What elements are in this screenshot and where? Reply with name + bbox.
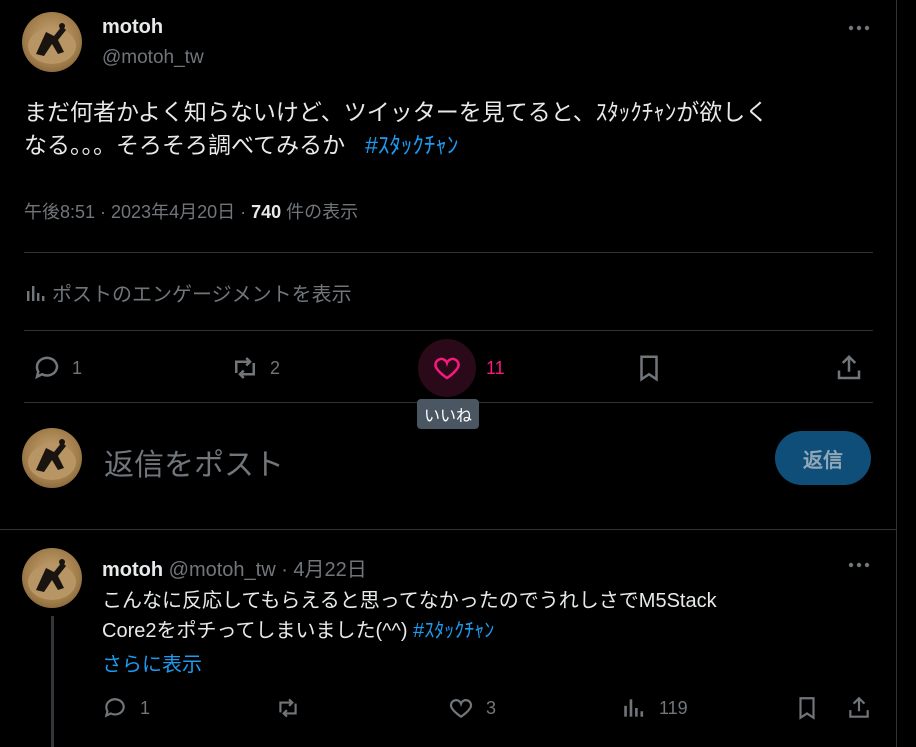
tweet-text: まだ何者かよく知らないけど、ツイッターを見てると、ｽﾀｯｸﾁｬﾝが欲しく なる。… xyxy=(24,96,864,162)
composer-avatar[interactable] xyxy=(22,428,82,488)
divider xyxy=(0,529,897,530)
view-engagement-link[interactable]: ポストのエンゲージメントを表示 xyxy=(24,278,352,307)
bookmark-icon xyxy=(799,697,815,720)
reply-count: 1 xyxy=(72,357,83,378)
reply-text-line: Core2をポチってしまいました(^^) #ｽﾀｯｸﾁｬﾝ xyxy=(102,616,872,646)
avatar-image xyxy=(28,439,76,480)
retweet-button[interactable] xyxy=(275,695,301,721)
share-icon xyxy=(837,354,861,380)
heart-icon xyxy=(434,357,460,380)
reply-button[interactable]: 1 xyxy=(32,353,82,383)
share-button[interactable] xyxy=(834,353,864,383)
share-icon xyxy=(849,696,869,718)
analytics-icon xyxy=(27,285,45,301)
bookmark-icon xyxy=(640,355,658,382)
reply-count: 1 xyxy=(140,697,151,718)
reply-icon xyxy=(35,356,59,380)
reply-submit-button[interactable]: 返信 xyxy=(775,431,871,485)
retweet-icon xyxy=(235,357,255,379)
engagement-label: ポストのエンゲージメントを表示 xyxy=(52,284,352,306)
avatar-image xyxy=(28,559,76,600)
analytics-icon xyxy=(624,699,644,717)
view-count: 119 xyxy=(659,697,688,718)
divider xyxy=(24,330,873,331)
view-label: 件の表示 xyxy=(281,202,359,222)
like-button[interactable]: 3 xyxy=(448,695,496,721)
reply-header: motoh @motoh_tw · 4月22日 xyxy=(102,553,367,582)
like-hover-circle xyxy=(418,339,476,397)
reply-button[interactable]: 1 xyxy=(102,695,150,721)
bookmark-button[interactable] xyxy=(794,695,820,721)
hashtag-link[interactable]: #ｽﾀｯｸﾁｬﾝ xyxy=(413,620,494,642)
retweet-button[interactable]: 2 xyxy=(230,353,280,383)
reply-text-segment: Core2をポチってしまいました(^^) xyxy=(102,620,414,642)
like-count: 3 xyxy=(486,697,497,718)
tweet-text-segment: なる。。。そろそろ調べてみるか xyxy=(24,132,346,158)
tweet-text-line: なる。。。そろそろ調べてみるか #ｽﾀｯｸﾁｬﾝ xyxy=(24,129,864,162)
like-button[interactable]: 11 xyxy=(418,339,505,397)
show-more-link[interactable]: さらに表示 xyxy=(102,648,202,677)
avatar-image xyxy=(28,23,76,64)
view-count: 740 xyxy=(251,202,282,222)
reply-icon xyxy=(104,698,125,718)
reply-input[interactable]: 返信をポスト xyxy=(104,440,284,484)
user-handle[interactable]: @motoh_tw xyxy=(102,47,204,69)
retweet-count: 2 xyxy=(270,357,281,378)
share-button[interactable] xyxy=(846,695,872,721)
views-button[interactable]: 119 xyxy=(621,695,688,721)
handle-and-date[interactable]: @motoh_tw · 4月22日 xyxy=(163,559,367,581)
more-options-icon[interactable] xyxy=(845,18,873,38)
tweet-text-line: まだ何者かよく知らないけど、ツイッターを見てると、ｽﾀｯｸﾁｬﾝが欲しく xyxy=(24,99,769,125)
scrollbar[interactable] xyxy=(900,0,916,747)
tweet-metadata: 午後8:51 · 2023年4月20日 · 740 件の表示 xyxy=(24,198,358,224)
thread-connector xyxy=(51,616,54,747)
like-count: 11 xyxy=(486,357,505,378)
avatar[interactable] xyxy=(22,548,82,608)
heart-icon xyxy=(449,699,473,718)
hashtag-link[interactable]: #ｽﾀｯｸﾁｬﾝ xyxy=(365,132,458,158)
display-name[interactable]: motoh xyxy=(102,16,163,39)
avatar[interactable] xyxy=(22,12,82,72)
divider xyxy=(24,252,873,253)
display-name[interactable]: motoh xyxy=(102,559,163,581)
reply-text-line: こんなに反応してもらえると思ってなかったのでうれしさでM5Stack xyxy=(102,590,717,612)
timestamp[interactable]: 午後8:51 · 2023年4月20日 · xyxy=(24,202,251,222)
like-tooltip: いいね xyxy=(417,399,479,429)
more-options-icon[interactable] xyxy=(845,555,873,575)
bookmark-button[interactable] xyxy=(634,353,664,383)
retweet-icon xyxy=(279,698,297,718)
reply-text: こんなに反応してもらえると思ってなかったのでうれしさでM5Stack Core2… xyxy=(102,586,872,646)
